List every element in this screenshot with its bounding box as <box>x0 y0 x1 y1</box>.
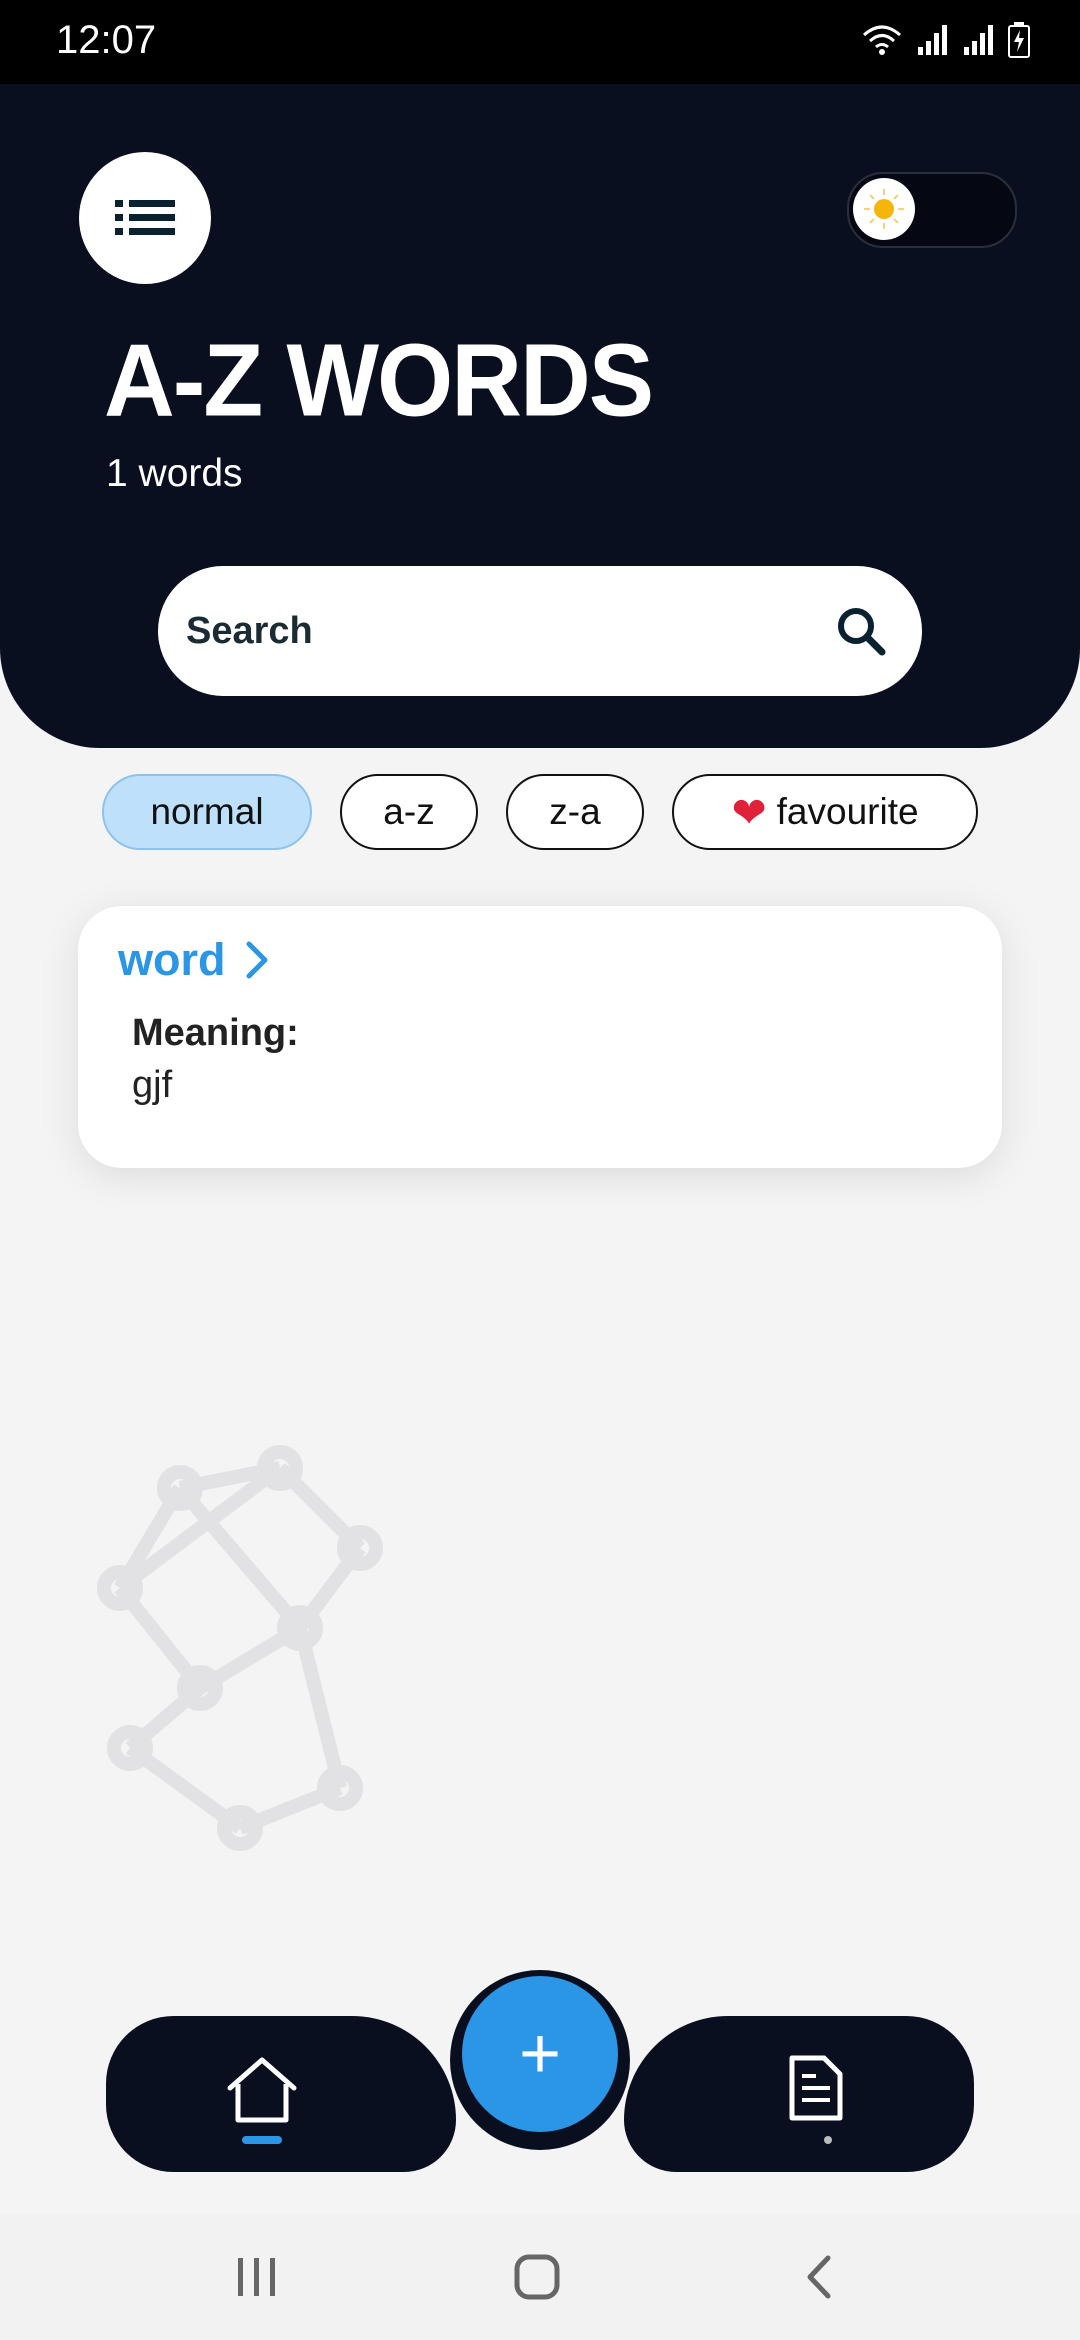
filter-chip-label: normal <box>150 791 264 832</box>
signal-icon <box>918 25 947 55</box>
meaning-label: Meaning: <box>132 1012 299 1054</box>
chevron-right-icon[interactable] <box>244 940 270 980</box>
search-icon[interactable] <box>834 604 888 658</box>
word-title[interactable]: word <box>118 934 226 986</box>
menu-button[interactable] <box>79 152 211 284</box>
word-count: 1 words <box>106 452 243 495</box>
filter-chip-z-a[interactable]: z-a <box>506 774 644 850</box>
filter-chip-a-z[interactable]: a-z <box>340 774 478 850</box>
heart-icon: ❤ <box>731 788 767 836</box>
theme-toggle-knob <box>853 178 915 240</box>
app-title: A-Z WORDS <box>104 322 654 438</box>
list-icon <box>115 200 175 235</box>
status-bar: 12:07 <box>0 0 1080 84</box>
word-card[interactable]: word Meaning: gjf <box>78 906 1002 1168</box>
recent-apps-icon[interactable] <box>234 2252 280 2302</box>
search-input[interactable] <box>184 608 788 654</box>
document-icon[interactable] <box>788 2054 844 2122</box>
filter-chip-label: z-a <box>549 791 601 832</box>
home-active-indicator <box>242 2136 282 2144</box>
status-icons <box>862 22 1030 58</box>
status-time: 12:07 <box>56 18 157 62</box>
wifi-icon <box>863 25 901 55</box>
system-navigation-bar <box>0 2214 1080 2340</box>
filter-chip-label: favourite <box>776 791 919 832</box>
theme-toggle[interactable] <box>847 172 1017 248</box>
filter-chip-normal[interactable]: normal <box>102 774 312 850</box>
home-icon[interactable] <box>224 2054 300 2126</box>
filter-chip-label: a-z <box>383 791 435 832</box>
sun-icon <box>864 189 904 229</box>
app-header: A-Z WORDS 1 words <box>0 84 1080 748</box>
notes-indicator-dot <box>824 2136 832 2144</box>
back-icon[interactable] <box>800 2252 836 2302</box>
filter-chip-favourite[interactable]: ❤ favourite <box>672 774 978 850</box>
battery-charging-icon <box>1008 22 1030 58</box>
search-bar <box>158 566 922 696</box>
network-illustration <box>97 1445 383 1851</box>
home-system-icon[interactable] <box>512 2252 562 2302</box>
bottom-navigation: + <box>106 1970 974 2172</box>
filter-chips: normal a-z z-a ❤ favourite <box>102 774 978 850</box>
meaning-value: gjf <box>132 1064 173 1106</box>
signal-icon <box>964 25 993 55</box>
add-word-button[interactable]: + <box>462 1976 618 2132</box>
